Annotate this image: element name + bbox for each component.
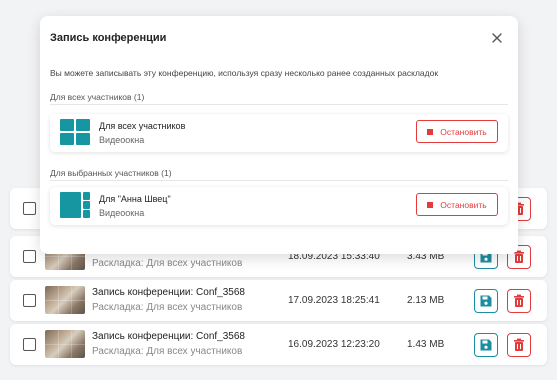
record-conference-dialog: Запись конференции Вы можете записывать …: [40, 16, 518, 254]
layout-card-selected-participant: Для "Анна Швец" Видеоокна Остановить: [50, 187, 508, 225]
stop-label: Остановить: [440, 126, 487, 137]
stop-recording-button[interactable]: Остановить: [416, 120, 498, 143]
save-icon: [480, 339, 492, 351]
row-checkbox[interactable]: [23, 250, 36, 263]
row-checkbox[interactable]: [23, 294, 36, 307]
recording-date: 17.09.2023 18:25:41: [288, 295, 380, 306]
row-checkbox[interactable]: [23, 202, 36, 215]
speaker-layout-icon: [60, 192, 90, 218]
layout-name: Для всех участников: [99, 121, 186, 131]
stop-icon: [427, 201, 434, 208]
grid-2x2-layout-icon: [60, 119, 90, 145]
trash-icon: [514, 338, 524, 351]
delete-button[interactable]: [507, 289, 531, 313]
layout-type: Видеоокна: [99, 135, 145, 145]
dialog-title: Запись конференции: [50, 32, 167, 44]
trash-icon: [514, 294, 524, 307]
save-button[interactable]: [474, 289, 498, 313]
recording-row[interactable]: Запись конференции: Conf_3568 Раскладка:…: [10, 324, 547, 365]
divider: [50, 180, 508, 181]
recording-row[interactable]: Запись конференции: Conf_3568 Раскладка:…: [10, 280, 547, 321]
delete-button[interactable]: [507, 333, 531, 357]
recording-thumbnail: [45, 286, 85, 314]
recording-thumbnail: [45, 330, 85, 358]
recording-title: Запись конференции: Conf_3568: [92, 287, 245, 298]
recording-date: 16.09.2023 12:23:20: [288, 339, 380, 350]
save-icon: [480, 295, 492, 307]
recording-title: Запись конференции: Conf_3568: [92, 331, 245, 342]
section-label-selected: Для выбранных участников (1): [50, 168, 172, 178]
section-label-all: Для всех участников (1): [50, 92, 145, 102]
stop-recording-button[interactable]: Остановить: [416, 193, 498, 216]
layout-name: Для "Анна Швец": [99, 194, 171, 204]
stop-icon: [427, 128, 434, 135]
row-checkbox[interactable]: [23, 338, 36, 351]
recording-size: 2.13 MB: [407, 295, 445, 306]
dialog-description: Вы можете записывать эту конференцию, ис…: [50, 68, 439, 78]
save-button[interactable]: [474, 333, 498, 357]
layout-card-all-participants: Для всех участников Видеоокна Остановить: [50, 114, 508, 152]
recording-size: 1.43 MB: [407, 339, 445, 350]
recording-layout: Раскладка: Для всех участников: [92, 302, 243, 313]
stop-label: Остановить: [440, 199, 487, 210]
recording-layout: Раскладка: Для всех участников: [92, 258, 243, 269]
close-icon[interactable]: [490, 31, 504, 45]
recording-layout: Раскладка: Для всех участников: [92, 346, 243, 357]
divider: [50, 104, 508, 105]
layout-type: Видеоокна: [99, 208, 145, 218]
